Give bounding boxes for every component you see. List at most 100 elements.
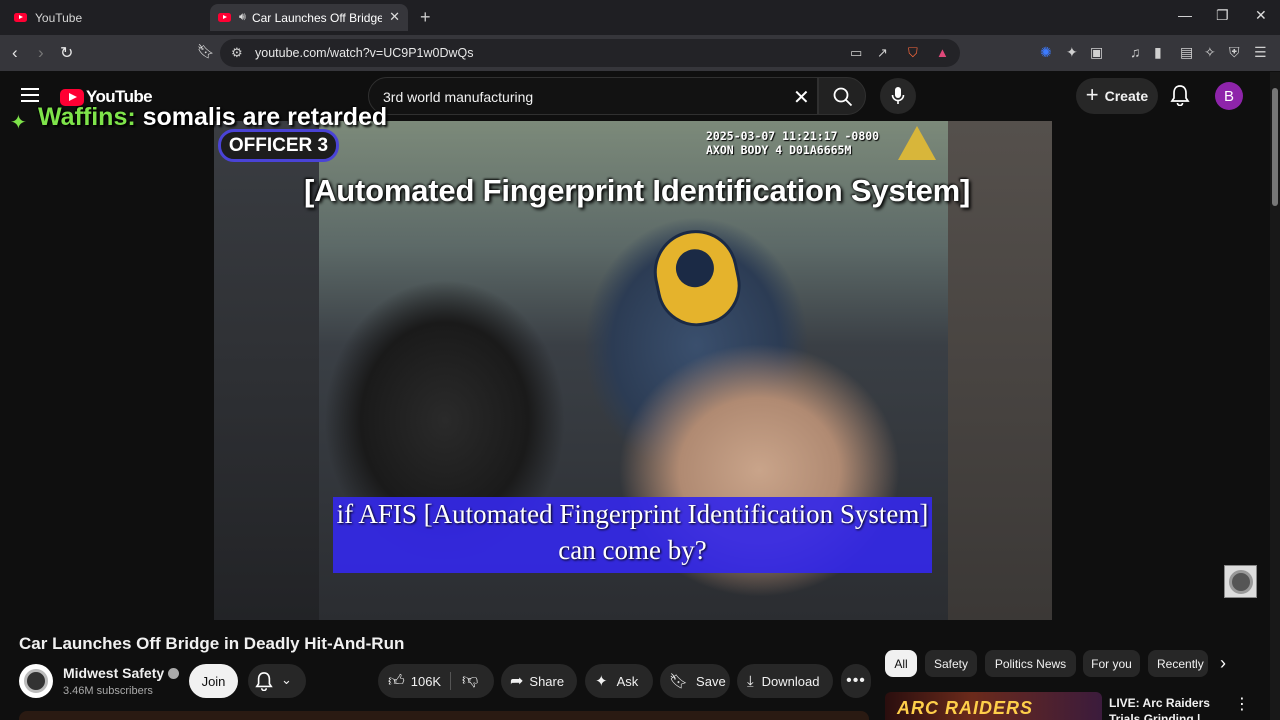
- browser-menu-icon[interactable]: ☰: [1254, 44, 1267, 61]
- url-text: youtube.com/watch?v=UC9P1w0DwQs: [255, 46, 474, 60]
- forward-icon[interactable]: ›: [38, 43, 44, 63]
- search-input[interactable]: 3rd world manufacturing ✕: [368, 77, 818, 115]
- like-dislike-group: 👍︎ 106K 👎︎: [378, 664, 494, 698]
- site-settings-icon[interactable]: ⚙: [231, 45, 243, 61]
- like-count[interactable]: 106K: [411, 674, 441, 689]
- officer-label: OFFICER 3: [218, 129, 339, 162]
- close-window-icon[interactable]: ✕: [1255, 7, 1267, 24]
- youtube-favicon-icon: [218, 13, 231, 22]
- channel-avatar[interactable]: [19, 664, 53, 698]
- ask-label: Ask: [616, 673, 639, 689]
- recommendation-thumbnail[interactable]: ARC RAIDERS: [885, 692, 1102, 720]
- tab-video[interactable]: 🔊︎ Car Launches Off Bridge in De ✕: [210, 4, 408, 31]
- extensions-icon[interactable]: ✦: [1066, 44, 1078, 61]
- reload-icon[interactable]: ↻: [60, 43, 73, 63]
- rewards-icon[interactable]: ▲: [936, 45, 949, 60]
- chat-username: Waffins:: [38, 103, 136, 131]
- guide-menu-icon[interactable]: [21, 88, 39, 102]
- share-page-icon[interactable]: ↗: [877, 45, 888, 61]
- more-vert-icon[interactable]: ⋮: [1234, 694, 1250, 714]
- new-tab-icon[interactable]: +: [420, 7, 431, 28]
- youtube-favicon-icon: [14, 13, 27, 22]
- video-subtitle: if AFIS [Automated Fingerprint Identific…: [333, 497, 932, 573]
- download-label: Download: [761, 673, 820, 689]
- chip-for-you[interactable]: For you: [1083, 650, 1140, 677]
- vpn-icon[interactable]: ✺: [1040, 44, 1052, 61]
- ask-button[interactable]: ✦ Ask: [585, 664, 653, 698]
- url-bar[interactable]: ⚙ youtube.com/watch?v=UC9P1w0DwQs ▭ ↗ ⛉ …: [220, 39, 960, 67]
- chip-all[interactable]: All: [885, 650, 917, 677]
- share-button[interactable]: ➦ Share: [501, 664, 577, 698]
- thumbnail-text: ARC RAIDERS: [897, 698, 1034, 718]
- more-actions-button[interactable]: •••: [841, 664, 871, 698]
- speaker-icon[interactable]: 🔊︎: [239, 11, 246, 24]
- share-label: Share: [529, 673, 565, 689]
- wallet-icon[interactable]: ▤: [1180, 44, 1193, 61]
- subscribe-notifications-button[interactable]: ⌄: [248, 664, 306, 698]
- chevron-down-icon: ⌄: [281, 672, 292, 687]
- description-panel[interactable]: [19, 711, 869, 720]
- chat-overlay: Waffins: somalis are retarded: [38, 103, 387, 132]
- minimize-icon[interactable]: —: [1178, 7, 1192, 23]
- cast-icon[interactable]: ▭: [850, 45, 862, 61]
- save-button[interactable]: 🔖︎ Save: [660, 664, 730, 698]
- account-avatar[interactable]: B: [1215, 82, 1243, 110]
- bell-icon: [1170, 85, 1190, 107]
- hud-line-1: 2025-03-07 11:21:17 -0800: [706, 129, 880, 143]
- chat-message: somalis are retarded: [142, 103, 388, 131]
- channel-name[interactable]: Midwest Safety: [63, 665, 180, 681]
- notifications-button[interactable]: [1170, 84, 1190, 111]
- scrollbar-thumb[interactable]: [1272, 88, 1278, 206]
- search-query: 3rd world manufacturing: [383, 89, 534, 105]
- dislike-icon[interactable]: 👎︎: [462, 671, 478, 690]
- create-button[interactable]: + Create: [1076, 78, 1158, 114]
- vpn-shield-icon[interactable]: ⛨: [1229, 44, 1240, 61]
- divider: [450, 672, 451, 690]
- chat-badge-icon: ✦: [10, 112, 27, 134]
- subtitle-line-1: if AFIS [Automated Fingerprint Identific…: [336, 499, 929, 529]
- chip-recently[interactable]: Recently: [1148, 650, 1208, 677]
- subtitle-line-2: can come by?: [558, 535, 707, 565]
- channel-watermark[interactable]: [1224, 565, 1257, 598]
- back-icon[interactable]: ‹: [12, 43, 18, 63]
- chip-politics-news[interactable]: Politics News: [985, 650, 1076, 677]
- download-icon: ⤓: [747, 672, 754, 690]
- media-icon[interactable]: ♫: [1130, 44, 1141, 60]
- more-icon: •••: [846, 672, 866, 689]
- join-button[interactable]: Join: [189, 664, 238, 698]
- download-button[interactable]: ⤓ Download: [737, 664, 833, 698]
- tab-title: Car Launches Off Bridge in De: [251, 10, 382, 25]
- browser-tab-bar: YouTube 🔊︎ Car Launches Off Bridge in De…: [0, 0, 1280, 35]
- search-button[interactable]: [818, 77, 866, 115]
- axon-logo-icon: [898, 126, 936, 160]
- browser-toolbar: ‹ › ↻ 🔖︎ ⚙ youtube.com/watch?v=UC9P1w0Dw…: [0, 35, 1280, 71]
- restore-icon[interactable]: ❐: [1216, 7, 1229, 24]
- bell-icon: [255, 672, 273, 691]
- share-icon: ➦: [510, 673, 524, 690]
- chevron-right-icon[interactable]: ›: [1220, 653, 1226, 674]
- search-icon: [833, 87, 853, 107]
- hud-line-2: AXON BODY 4 D01A6665M: [706, 143, 852, 157]
- tab-youtube[interactable]: YouTube: [6, 4, 206, 31]
- reader-icon[interactable]: ▣: [1090, 44, 1103, 61]
- video-top-caption: [Automated Fingerprint Identification Sy…: [304, 173, 971, 208]
- recommendation-title[interactable]: LIVE: Arc Raiders Trials Grinding |: [1109, 695, 1229, 720]
- bookmark-icon[interactable]: 🔖︎: [197, 43, 215, 60]
- verified-icon: [168, 668, 180, 679]
- microphone-icon: [891, 87, 905, 104]
- watermark-badge-icon: [1228, 569, 1253, 594]
- create-label: Create: [1104, 88, 1149, 104]
- video-title: Car Launches Off Bridge in Deadly Hit-An…: [19, 634, 405, 653]
- save-playlist-icon: 🔖︎: [669, 673, 689, 690]
- like-icon[interactable]: 👍︎: [388, 672, 405, 691]
- clear-search-icon[interactable]: ✕: [793, 85, 810, 110]
- close-tab-icon[interactable]: ✕: [389, 9, 400, 25]
- sidebar-icon[interactable]: ▮: [1154, 44, 1162, 61]
- brave-shield-icon[interactable]: ⛉: [908, 45, 918, 61]
- bodycam-timestamp: 2025-03-07 11:21:17 -0800 AXON BODY 4 D0…: [706, 129, 879, 157]
- subscriber-count: 3.46M subscribers: [63, 685, 153, 697]
- leo-ai-icon[interactable]: ✧: [1204, 44, 1216, 61]
- save-label: Save: [696, 673, 726, 689]
- voice-search-button[interactable]: [880, 78, 916, 114]
- chip-safety[interactable]: Safety: [925, 650, 977, 677]
